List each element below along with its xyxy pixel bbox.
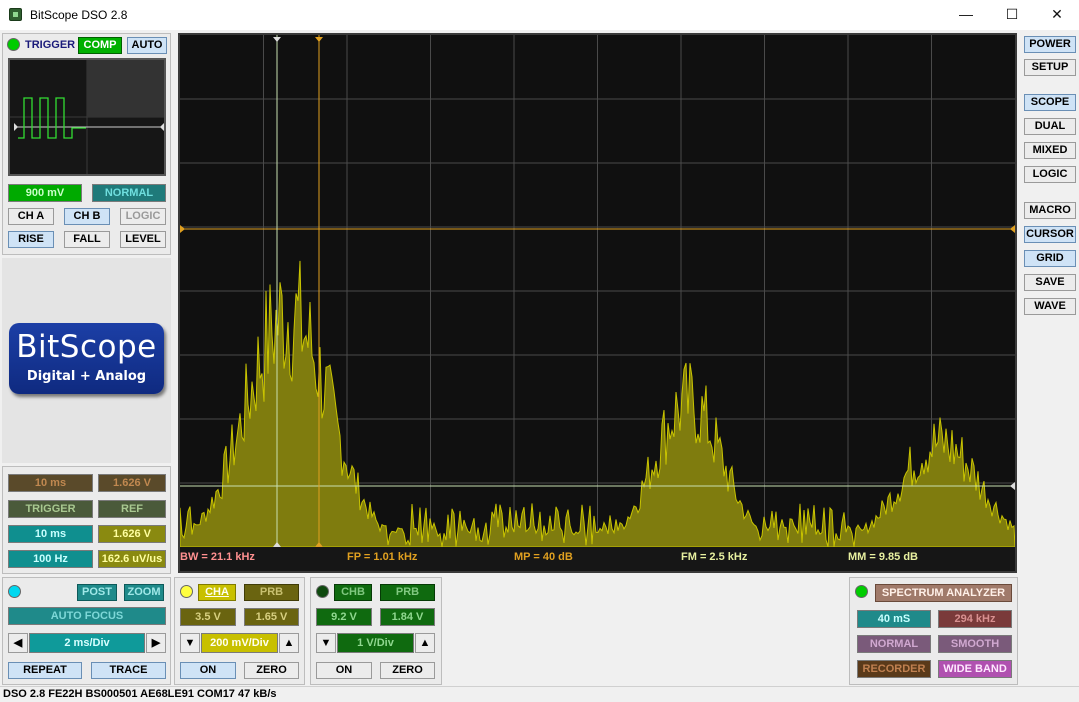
scope-display[interactable] [178,33,1017,573]
timebase-led[interactable] [8,585,21,598]
logic-trigger-button[interactable]: LOGIC [120,208,166,225]
chb-range-value[interactable]: 1.84 V [380,608,435,626]
cha-offset-value[interactable]: 3.5 V [180,608,236,626]
info-r2b[interactable]: REF [98,500,166,518]
timebase-panel: POST ZOOM AUTO FOCUS ◀ 2 ms/Div ▶ REPEAT… [2,577,171,685]
cursor-marker [315,37,323,42]
autofocus-button[interactable]: AUTO FOCUS [8,607,166,625]
logo-subtitle: Digital + Analog [26,369,147,384]
maximize-button[interactable]: ☐ [989,0,1035,30]
cha-probe-button[interactable]: PRB [244,584,299,601]
window-title: BitScope DSO 2.8 [30,8,128,22]
chb-button[interactable]: CHB [334,584,372,601]
cursor-marker [180,225,185,233]
cha-led[interactable] [180,585,193,598]
title-bar: BitScope DSO 2.8 — ☐ ✕ [0,0,1079,30]
cha-div-value[interactable]: 200 mV/Div [201,633,278,653]
chb-on-button[interactable]: ON [316,662,372,679]
level-button[interactable]: LEVEL [120,231,166,248]
readout-bw: BW = 21.1 kHz [180,551,255,563]
comp-button[interactable]: COMP [78,37,122,54]
trigger-led[interactable] [7,38,20,51]
spectrum-smooth-button[interactable]: SMOOTH [938,635,1012,653]
scope-button[interactable]: SCOPE [1024,94,1076,111]
logo-title: BitScope [16,329,157,365]
info-r2a[interactable]: TRIGGER [8,500,93,518]
status-bar: DSO 2.8 FE22H BS000501 AE68LE91 COM17 47… [0,686,1079,702]
fall-button[interactable]: FALL [64,231,110,248]
macro-button[interactable]: MACRO [1024,202,1076,219]
trigger-preview-graph [10,60,164,174]
timebase-right-arrow[interactable]: ▶ [146,633,166,653]
info-r4b[interactable]: 162.6 uV/us [98,550,166,568]
right-sidebar: POWER SETUP SCOPE DUAL MIXED LOGIC MACRO… [1020,33,1078,686]
cha-button[interactable]: CHA [198,584,236,601]
trigger-panel: TRIGGER COMP AUTO 900 mV NORMAL CH A CH … [2,33,171,255]
timebase-value[interactable]: 2 ms/Div [29,633,145,653]
cursor-marker [1010,225,1015,233]
cha-down-arrow[interactable]: ▼ [180,633,200,653]
mixed-button[interactable]: MIXED [1024,142,1076,159]
close-button[interactable]: ✕ [1034,0,1079,30]
cha-zero-button[interactable]: ZERO [244,662,299,679]
trigger-label: TRIGGER [25,39,76,51]
channel-b-panel: CHB PRB 9.2 V 1.84 V ▼ 1 V/Div ▲ ON ZERO [310,577,442,685]
auto-button[interactable]: AUTO [127,37,167,54]
chb-probe-button[interactable]: PRB [380,584,435,601]
repeat-button[interactable]: REPEAT [8,662,82,679]
spectrum-analyzer-button[interactable]: SPECTRUM ANALYZER [875,584,1012,602]
chb-div-value[interactable]: 1 V/Div [337,633,414,653]
info-r4a[interactable]: 100 Hz [8,550,93,568]
trigger-mode-value[interactable]: NORMAL [92,184,166,202]
spectrum-panel: SPECTRUM ANALYZER 40 mS 294 kHz NORMAL S… [849,577,1018,685]
recorder-button[interactable]: RECORDER [857,660,931,678]
chb-led[interactable] [316,585,329,598]
wave-button[interactable]: WAVE [1024,298,1076,315]
readout-mp: MP = 40 dB [514,551,573,563]
cha-trigger-button[interactable]: CH A [8,208,54,225]
trace-button[interactable]: TRACE [91,662,166,679]
spectrum-value-1[interactable]: 40 mS [857,610,931,628]
chb-up-arrow[interactable]: ▲ [415,633,435,653]
rise-button[interactable]: RISE [8,231,54,248]
readout-mm: MM = 9.85 dB [848,551,918,563]
spectrum-value-2[interactable]: 294 kHz [938,610,1012,628]
setup-button[interactable]: SETUP [1024,59,1076,76]
save-button[interactable]: SAVE [1024,274,1076,291]
info-r3a[interactable]: 10 ms [8,525,93,543]
grid-button[interactable]: GRID [1024,250,1076,267]
chb-offset-value[interactable]: 9.2 V [316,608,372,626]
trigger-preview [8,58,166,176]
chb-trigger-button[interactable]: CH B [64,208,110,225]
post-button[interactable]: POST [77,584,117,601]
timebase-info-panel: 10 ms 1.626 V TRIGGER REF 10 ms 1.626 V … [2,466,171,574]
spectrum-normal-button[interactable]: NORMAL [857,635,931,653]
info-r3b[interactable]: 1.626 V [98,525,166,543]
dual-button[interactable]: DUAL [1024,118,1076,135]
bitscope-logo: BitScope Digital + Analog [9,323,164,394]
spectrum-led[interactable] [855,585,868,598]
cha-on-button[interactable]: ON [180,662,236,679]
zoom-button[interactable]: ZOOM [124,584,164,601]
chb-down-arrow[interactable]: ▼ [316,633,336,653]
cursor-marker [273,37,281,42]
chb-zero-button[interactable]: ZERO [380,662,435,679]
readout-fm: FM = 2.5 kHz [681,551,748,563]
trigger-level-value[interactable]: 900 mV [8,184,82,202]
app-icon [9,8,22,21]
minimize-button[interactable]: — [943,0,989,30]
cha-up-arrow[interactable]: ▲ [279,633,299,653]
info-r1b[interactable]: 1.626 V [98,474,166,492]
cha-range-value[interactable]: 1.65 V [244,608,299,626]
info-r1a[interactable]: 10 ms [8,474,93,492]
power-button[interactable]: POWER [1024,36,1076,53]
logic-button[interactable]: LOGIC [1024,166,1076,183]
wide-band-button[interactable]: WIDE BAND [938,660,1012,678]
spectrum-graph [180,35,1015,571]
timebase-left-arrow[interactable]: ◀ [8,633,28,653]
channel-a-panel: CHA PRB 3.5 V 1.65 V ▼ 200 mV/Div ▲ ON Z… [174,577,305,685]
cursor-button[interactable]: CURSOR [1024,226,1076,243]
readout-fp: FP = 1.01 kHz [347,551,418,563]
